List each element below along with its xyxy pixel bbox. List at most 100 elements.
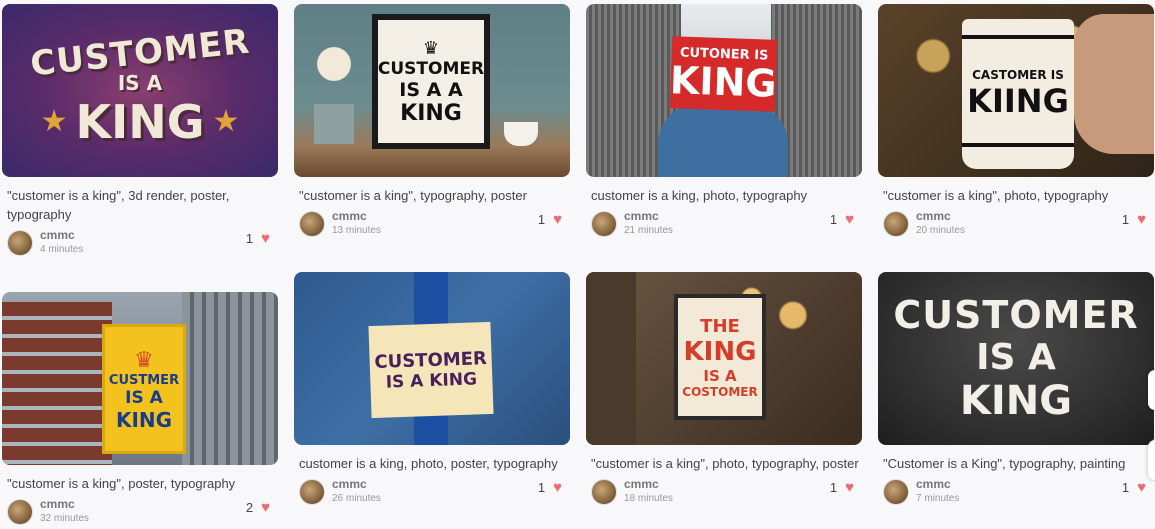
like-count: 2 [245, 500, 254, 515]
card-image[interactable]: CUTONER IS KING [586, 4, 862, 177]
image-card[interactable]: ♛ CUSTOMER IS A A KING "customer is a ki… [294, 4, 570, 238]
username[interactable]: cmmc [40, 228, 75, 242]
like-button[interactable]: 1 ♥ [1122, 212, 1146, 227]
like-count: 1 [1121, 212, 1130, 227]
username[interactable]: cmmc [624, 209, 659, 223]
like-count: 1 [1121, 480, 1130, 495]
hand [1074, 14, 1154, 154]
card-caption[interactable]: customer is a king, photo, typography [591, 186, 861, 205]
timestamp: 13 minutes [332, 225, 381, 236]
image-card[interactable]: CASTOMER IS KIING "customer is a king", … [878, 4, 1154, 238]
like-button[interactable]: 1 ♥ [538, 480, 562, 495]
building-left [2, 302, 112, 465]
username[interactable]: cmmc [332, 209, 367, 223]
card-meta: cmmc 7 minutes 1 ♥ [883, 477, 1154, 506]
building-right [182, 292, 278, 465]
timestamp: 21 minutes [624, 225, 673, 236]
heart-icon[interactable]: ♥ [845, 480, 854, 495]
vase-decoration [314, 44, 354, 144]
image-text-line: KING [400, 100, 462, 126]
user-avatar[interactable] [299, 211, 325, 237]
scroll-next-button[interactable] [1148, 440, 1155, 480]
like-button[interactable]: 1 ♥ [830, 212, 854, 227]
card-meta: cmmc 4 minutes 1 ♥ [7, 228, 278, 257]
like-count: 1 [537, 212, 546, 227]
card-image[interactable]: ♛ CUSTOMER IS A A KING [294, 4, 570, 177]
card-caption[interactable]: "Customer is a King", typography, painti… [883, 454, 1153, 473]
user-avatar[interactable] [7, 499, 33, 525]
timestamp: 7 minutes [916, 493, 960, 504]
heart-icon[interactable]: ♥ [1137, 212, 1146, 227]
card-image[interactable]: CUSTOMER IS A KING [878, 272, 1154, 445]
like-button[interactable]: 2 ♥ [246, 500, 270, 515]
user-avatar[interactable] [883, 479, 909, 505]
username[interactable]: cmmc [916, 477, 951, 491]
heart-icon[interactable]: ♥ [553, 480, 562, 495]
image-card[interactable]: ♛ CUSTMER IS A KING "customer is a king"… [2, 292, 278, 526]
image-text-line: KING [959, 378, 1073, 424]
image-text-line: THE [700, 315, 740, 337]
like-button[interactable]: 1 ♥ [538, 212, 562, 227]
heart-icon[interactable]: ♥ [261, 500, 270, 515]
user-avatar[interactable] [591, 479, 617, 505]
crown-icon: ♛ [422, 37, 440, 58]
card-caption[interactable]: "customer is a king", 3d render, poster,… [7, 186, 277, 224]
username[interactable]: cmmc [624, 477, 659, 491]
user-avatar[interactable] [883, 211, 909, 237]
user-avatar[interactable] [7, 230, 33, 256]
image-card[interactable]: CUSTOMER IS A ★ KING ★ "customer is a ki… [2, 4, 278, 257]
image-text-line: IS A [976, 337, 1056, 378]
image-text-line: IS A A [399, 78, 463, 101]
image-text-line: IS A [703, 366, 737, 385]
card-caption[interactable]: "customer is a king", photo, typography [883, 186, 1153, 205]
username[interactable]: cmmc [40, 497, 75, 511]
user-avatar[interactable] [299, 479, 325, 505]
heart-icon[interactable]: ♥ [553, 212, 562, 227]
card-meta: cmmc 32 minutes 2 ♥ [7, 497, 278, 526]
scroll-next-button[interactable] [1148, 370, 1155, 410]
image-card[interactable]: CUSTOMER IS A KING "Customer is a King",… [878, 272, 1154, 506]
card-meta: cmmc 18 minutes 1 ♥ [591, 477, 862, 506]
card-meta: cmmc 13 minutes 1 ♥ [299, 209, 570, 238]
card-image[interactable]: CUSTOMER IS A KING [294, 272, 570, 445]
heart-icon[interactable]: ♥ [845, 212, 854, 227]
card-meta: cmmc 21 minutes 1 ♥ [591, 209, 862, 238]
image-text-line: KING [75, 94, 205, 149]
image-card[interactable]: THE KING IS A COSTOMER "customer is a ki… [586, 272, 862, 506]
card-caption[interactable]: customer is a king, photo, poster, typog… [299, 454, 569, 473]
username[interactable]: cmmc [332, 477, 367, 491]
card-caption[interactable]: "customer is a king", photo, typography,… [591, 454, 861, 473]
image-text-line: IS A [125, 387, 163, 408]
username[interactable]: cmmc [916, 209, 951, 223]
card-caption[interactable]: "customer is a king", poster, typography [7, 474, 277, 493]
card-image[interactable]: ♛ CUSTMER IS A KING [2, 292, 278, 465]
user-avatar[interactable] [591, 211, 617, 237]
card-caption[interactable]: "customer is a king", typography, poster [299, 186, 569, 205]
image-card[interactable]: CUTONER IS KING customer is a king, phot… [586, 4, 862, 238]
like-count: 1 [829, 480, 838, 495]
card-image[interactable]: CASTOMER IS KIING [878, 4, 1154, 177]
image-text-line: CASTOMER IS [972, 68, 1064, 82]
image-card[interactable]: CUSTOMER IS A KING customer is a king, p… [294, 272, 570, 506]
image-text-line: CUSTOMER [893, 293, 1139, 337]
timestamp: 4 minutes [40, 244, 84, 255]
star-icon: ★ [40, 105, 68, 138]
heart-icon[interactable]: ♥ [1137, 480, 1146, 495]
crown-icon: ♛ [134, 346, 154, 372]
image-text-line: IS A KING [385, 368, 478, 393]
like-button[interactable]: 1 ♥ [1122, 480, 1146, 495]
timestamp: 32 minutes [40, 513, 89, 524]
like-count: 1 [829, 212, 838, 227]
image-text-line: CUSTMER [108, 372, 180, 388]
card-meta: cmmc 26 minutes 1 ♥ [299, 477, 570, 506]
timestamp: 26 minutes [332, 493, 381, 504]
like-button[interactable]: 1 ♥ [246, 231, 270, 246]
card-image[interactable]: CUSTOMER IS A ★ KING ★ [2, 4, 278, 177]
like-button[interactable]: 1 ♥ [830, 480, 854, 495]
card-meta: cmmc 20 minutes 1 ♥ [883, 209, 1154, 238]
like-count: 1 [537, 480, 546, 495]
card-image[interactable]: THE KING IS A COSTOMER [586, 272, 862, 445]
window-frame [586, 272, 636, 445]
heart-icon[interactable]: ♥ [261, 231, 270, 246]
billboard: ♛ CUSTMER IS A KING [102, 324, 186, 454]
